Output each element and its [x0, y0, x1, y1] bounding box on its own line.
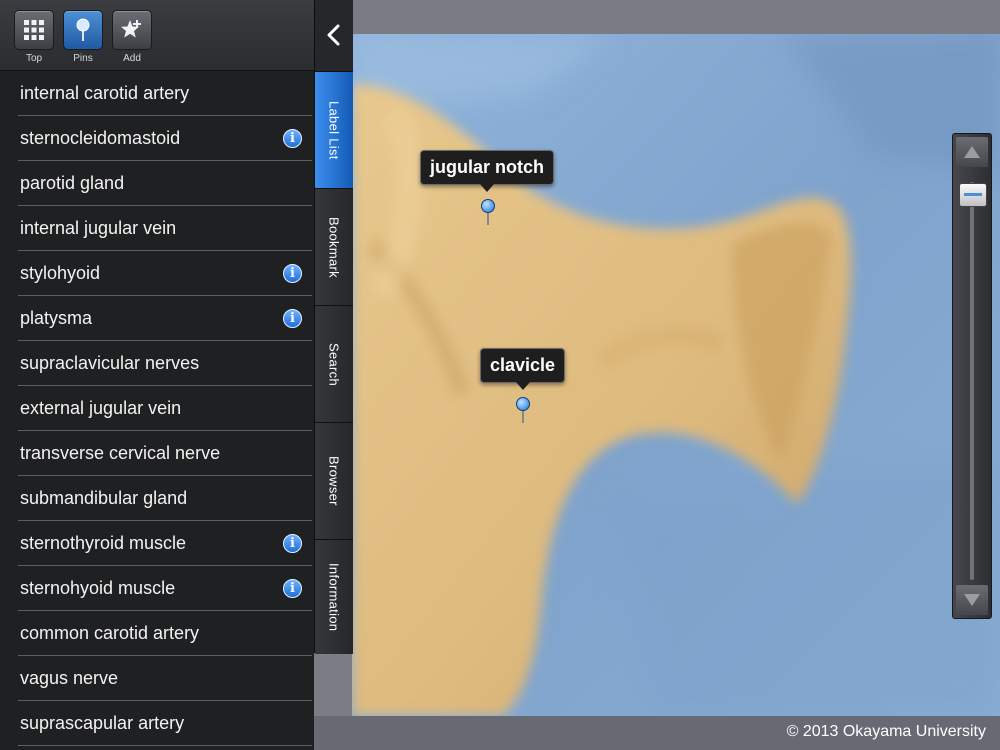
- pin-jugular-notch[interactable]: [481, 199, 495, 225]
- list-item-label: transverse cervical nerve: [20, 443, 221, 463]
- zoom-track[interactable]: [970, 182, 974, 580]
- list-item[interactable]: sternothyroid muscle i: [18, 521, 312, 566]
- info-icon[interactable]: i: [283, 129, 302, 148]
- list-item-label: external jugular vein: [20, 398, 182, 418]
- label-panel: Top Pins Add internal carotid artery ster…: [0, 0, 314, 750]
- top-button-face[interactable]: [14, 10, 54, 50]
- add-button-face[interactable]: [112, 10, 152, 50]
- chevron-left-icon: [327, 24, 340, 46]
- pin-head-icon: [481, 199, 495, 213]
- tab-label: Information: [326, 562, 342, 632]
- pin-stem: [487, 213, 489, 225]
- list-item[interactable]: supraclavicular nerves: [18, 341, 312, 386]
- pins-button[interactable]: Pins: [63, 10, 103, 64]
- list-item-label: platysma: [20, 308, 93, 328]
- tab-label: Search: [326, 342, 342, 386]
- pin-label-text: clavicle: [490, 355, 556, 375]
- tab-search[interactable]: Search: [315, 305, 353, 422]
- list-item[interactable]: external jugular vein: [18, 386, 312, 431]
- triangle-down-icon: [964, 594, 980, 606]
- pins-button-face[interactable]: [63, 10, 103, 50]
- top-button[interactable]: Top: [14, 10, 54, 64]
- info-icon[interactable]: i: [283, 309, 302, 328]
- zoom-thumb[interactable]: [959, 183, 987, 208]
- list-item[interactable]: sternocleidomastoid i: [18, 116, 312, 161]
- list-item[interactable]: suprascapular artery: [18, 701, 312, 746]
- clavicle-photo: [352, 34, 1000, 716]
- info-icon[interactable]: i: [283, 534, 302, 553]
- side-tab-bar: Label List Bookmark Search Browser Infor…: [314, 0, 353, 654]
- list-item[interactable]: internal carotid artery: [18, 71, 312, 116]
- list-item-label: stylohyoid: [20, 263, 101, 283]
- tab-information[interactable]: Information: [315, 539, 353, 654]
- top-button-label: Top: [25, 53, 43, 64]
- star-add-icon: [121, 20, 141, 38]
- tab-label: Bookmark: [326, 216, 342, 278]
- panel-toolbar: Top Pins Add: [0, 0, 314, 71]
- triangle-up-icon: [964, 146, 980, 158]
- list-item[interactable]: stylohyoid i: [18, 251, 312, 296]
- grid-icon: [24, 20, 44, 40]
- label-list: internal carotid artery sternocleidomasto…: [0, 71, 314, 746]
- list-item[interactable]: internal jugular vein: [18, 206, 312, 251]
- copyright-text: © 2013 Okayama University: [786, 723, 986, 740]
- footer-bar: © 2013 Okayama University: [314, 716, 1000, 750]
- info-icon[interactable]: i: [283, 264, 302, 283]
- pin-label-clavicle[interactable]: clavicle: [480, 348, 566, 390]
- pins-button-label: Pins: [73, 53, 93, 64]
- list-item-label: internal carotid artery: [20, 83, 190, 103]
- list-item-label: sternohyoid muscle: [20, 578, 176, 598]
- list-item-label: internal jugular vein: [20, 218, 177, 238]
- list-item-label: submandibular gland: [20, 488, 188, 508]
- pin-label-text: jugular notch: [430, 157, 544, 177]
- list-item-label: sternothyroid muscle: [20, 533, 187, 553]
- list-item-label: supraclavicular nerves: [20, 353, 200, 373]
- list-item-label: common carotid artery: [20, 623, 200, 643]
- pin-icon: [76, 18, 90, 41]
- pin-stem: [522, 411, 524, 423]
- collapse-panel-button[interactable]: [315, 0, 353, 70]
- tab-label-list[interactable]: Label List: [315, 71, 353, 188]
- zoom-slider[interactable]: [952, 133, 992, 619]
- list-item-label: vagus nerve: [20, 668, 119, 688]
- pin-head-icon: [516, 397, 530, 411]
- list-item-label: sternocleidomastoid: [20, 128, 181, 148]
- list-item[interactable]: sternohyoid muscle i: [18, 566, 312, 611]
- tab-label: Browser: [326, 456, 342, 506]
- pin-clavicle[interactable]: [516, 397, 530, 423]
- tab-bookmark[interactable]: Bookmark: [315, 188, 353, 305]
- pin-label-jugular-notch[interactable]: jugular notch: [420, 150, 554, 192]
- list-item[interactable]: submandibular gland: [18, 476, 312, 521]
- info-icon[interactable]: i: [283, 579, 302, 598]
- zoom-in-button[interactable]: [956, 137, 988, 167]
- zoom-out-button[interactable]: [956, 585, 988, 615]
- top-bar: [352, 0, 1000, 34]
- tab-label: Label List: [326, 100, 342, 160]
- add-button-label: Add: [123, 53, 141, 64]
- list-item[interactable]: vagus nerve: [18, 656, 312, 701]
- list-item-label: suprascapular artery: [20, 713, 185, 733]
- list-item[interactable]: common carotid artery: [18, 611, 312, 656]
- list-item[interactable]: transverse cervical nerve: [18, 431, 312, 476]
- add-button[interactable]: Add: [112, 10, 152, 64]
- anatomy-image-viewport[interactable]: jugular notch clavicle: [352, 34, 1000, 716]
- list-item[interactable]: platysma i: [18, 296, 312, 341]
- tab-browser[interactable]: Browser: [315, 422, 353, 539]
- list-item-label: parotid gland: [20, 173, 125, 193]
- list-item[interactable]: parotid gland: [18, 161, 312, 206]
